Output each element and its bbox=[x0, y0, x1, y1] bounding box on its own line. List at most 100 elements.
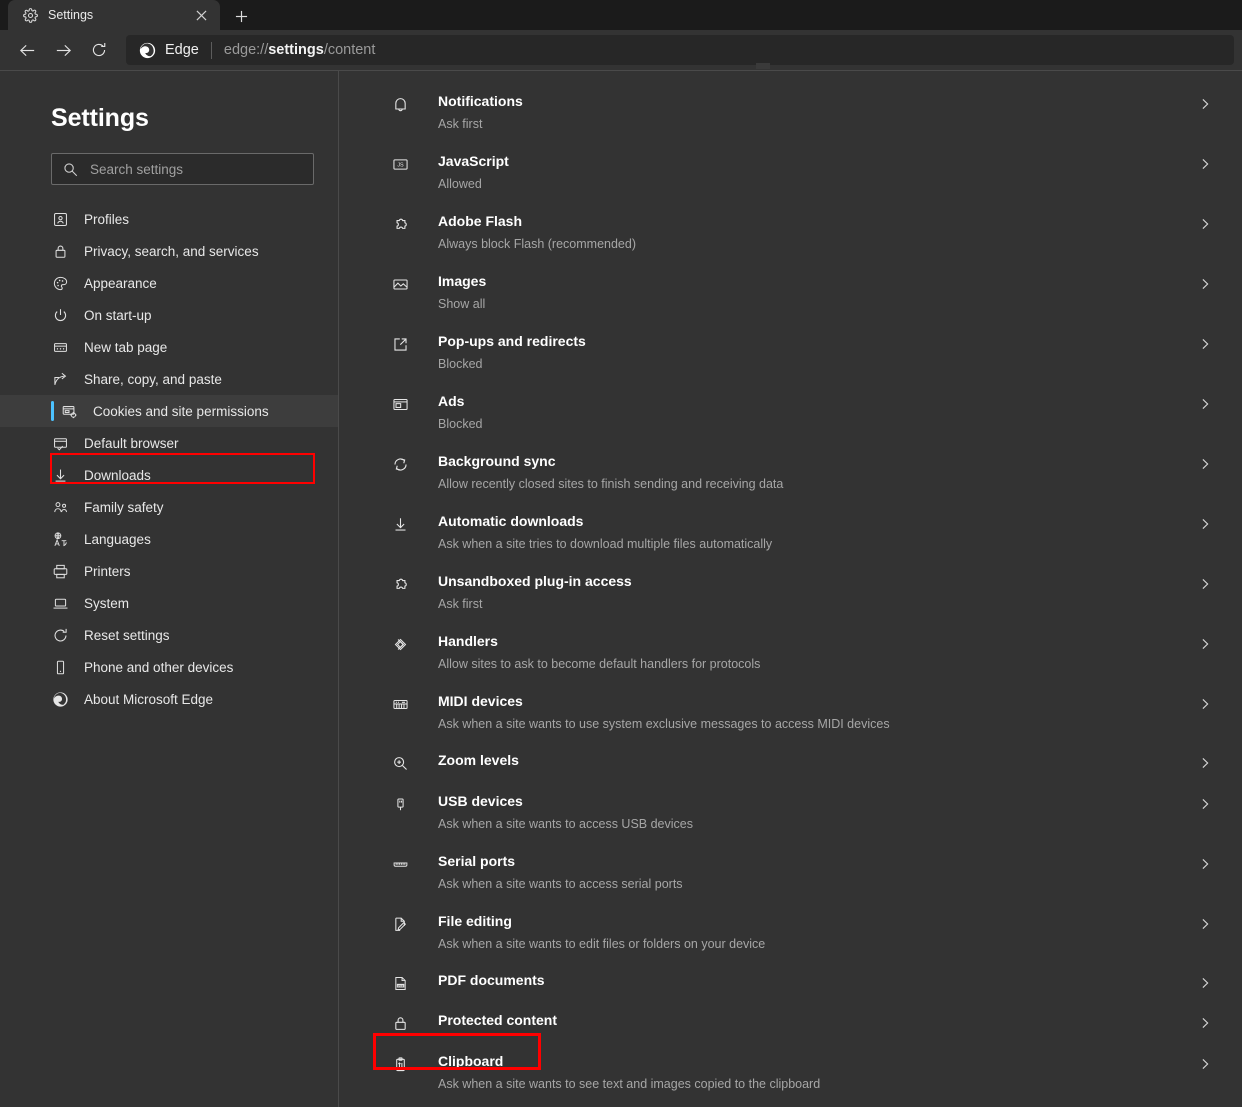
cookies-permissions-icon bbox=[60, 402, 79, 421]
sidebar-item-share-copy-and-paste[interactable]: Share, copy, and paste bbox=[0, 363, 338, 395]
setting-subtitle: Ask when a site wants to edit files or f… bbox=[438, 937, 766, 951]
sidebar-item-about-microsoft-edge[interactable]: About Microsoft Edge bbox=[0, 683, 338, 715]
page-title: Settings bbox=[51, 104, 149, 132]
setting-row-pdf-documents[interactable]: PDF PDF documents bbox=[339, 961, 1242, 1001]
gear-icon bbox=[22, 7, 38, 23]
svg-text:JS: JS bbox=[397, 162, 404, 168]
setting-row-zoom-levels[interactable]: Zoom levels bbox=[339, 741, 1242, 781]
chevron-right-icon[interactable] bbox=[1192, 211, 1218, 237]
new-tab-button[interactable] bbox=[224, 2, 258, 30]
bell-icon bbox=[389, 93, 411, 115]
chevron-right-icon[interactable] bbox=[1192, 791, 1218, 817]
sidebar-item-reset-settings[interactable]: Reset settings bbox=[0, 619, 338, 651]
setting-row-handlers[interactable]: Handlers Allow sites to ask to become de… bbox=[339, 621, 1242, 681]
address-bar[interactable]: Edge edge://settings/content bbox=[126, 35, 1234, 65]
chevron-right-icon[interactable] bbox=[1192, 391, 1218, 417]
setting-subtitle: Ask when a site tries to download multip… bbox=[438, 537, 773, 551]
sidebar-nav-list: Profiles Privacy, search, and services A… bbox=[0, 203, 338, 715]
setting-subtitle: Ask first bbox=[438, 597, 483, 611]
chevron-right-icon[interactable] bbox=[1192, 571, 1218, 597]
setting-title: JavaScript bbox=[438, 153, 509, 169]
setting-subtitle: Ask when a site wants to access serial p… bbox=[438, 877, 683, 891]
default-browser-icon bbox=[51, 434, 70, 453]
setting-row-midi-devices[interactable]: MIDI devices Ask when a site wants to us… bbox=[339, 681, 1242, 741]
setting-row-unsandboxed-plug-in-access[interactable]: Unsandboxed plug-in access Ask first bbox=[339, 561, 1242, 621]
chevron-right-icon[interactable] bbox=[1192, 631, 1218, 657]
header-divider bbox=[0, 70, 1242, 71]
forward-button[interactable] bbox=[46, 34, 80, 66]
setting-row-serial-ports[interactable]: Serial ports Ask when a site wants to ac… bbox=[339, 841, 1242, 901]
sidebar-item-on-start-up[interactable]: On start-up bbox=[0, 299, 338, 331]
chevron-right-icon[interactable] bbox=[1192, 911, 1218, 937]
setting-row-file-editing[interactable]: File editing Ask when a site wants to ed… bbox=[339, 901, 1242, 961]
sidebar-item-label: Printers bbox=[84, 563, 131, 579]
browser-tab-settings[interactable]: Settings bbox=[8, 0, 220, 30]
sidebar-item-default-browser[interactable]: Default browser bbox=[0, 427, 338, 459]
setting-row-adobe-flash[interactable]: Adobe Flash Always block Flash (recommen… bbox=[339, 201, 1242, 261]
sidebar-item-label: Languages bbox=[84, 531, 151, 547]
chevron-right-icon[interactable] bbox=[1192, 331, 1218, 357]
new-tab-page-icon bbox=[51, 338, 70, 357]
tab-strip: Settings bbox=[0, 0, 1242, 30]
setting-row-background-sync[interactable]: Background sync Allow recently closed si… bbox=[339, 441, 1242, 501]
share-icon bbox=[51, 370, 70, 389]
omnibox-divider bbox=[210, 41, 212, 59]
url-host: settings bbox=[268, 42, 324, 58]
pdf-icon: PDF bbox=[389, 972, 411, 994]
omnibox-url[interactable]: edge://settings/content bbox=[224, 42, 376, 58]
setting-row-clipboard[interactable]: Clipboard Ask when a site wants to see t… bbox=[339, 1041, 1242, 1101]
laptop-icon bbox=[51, 594, 70, 613]
chevron-right-icon[interactable] bbox=[1192, 451, 1218, 477]
close-icon[interactable] bbox=[190, 4, 212, 26]
setting-row-usb-devices[interactable]: USB devices Ask when a site wants to acc… bbox=[339, 781, 1242, 841]
setting-subtitle: Show all bbox=[438, 297, 486, 311]
printer-icon bbox=[51, 562, 70, 581]
svg-text:PDF: PDF bbox=[397, 983, 403, 987]
chevron-right-icon[interactable] bbox=[1192, 271, 1218, 297]
sidebar-item-new-tab-page[interactable]: New tab page bbox=[0, 331, 338, 363]
chevron-right-icon[interactable] bbox=[1192, 91, 1218, 117]
sidebar-item-downloads[interactable]: Downloads bbox=[0, 459, 338, 491]
sidebar-item-system[interactable]: System bbox=[0, 587, 338, 619]
back-button[interactable] bbox=[10, 34, 44, 66]
setting-row-protected-content[interactable]: Protected content bbox=[339, 1001, 1242, 1041]
image-icon bbox=[389, 273, 411, 295]
sidebar-item-label: Share, copy, and paste bbox=[84, 371, 222, 387]
setting-title: Ads bbox=[438, 393, 465, 409]
search-input[interactable]: Search settings bbox=[90, 162, 183, 177]
chevron-right-icon[interactable] bbox=[1192, 151, 1218, 177]
setting-row-pop-ups-and-redirects[interactable]: Pop-ups and redirects Blocked bbox=[339, 321, 1242, 381]
chevron-right-icon[interactable] bbox=[1192, 1051, 1218, 1077]
chevron-right-icon[interactable] bbox=[1192, 691, 1218, 717]
sidebar-item-languages[interactable]: Languages bbox=[0, 523, 338, 555]
search-settings-box[interactable]: Search settings bbox=[51, 153, 314, 185]
setting-title: Handlers bbox=[438, 633, 498, 649]
setting-row-javascript[interactable]: JS JavaScript Allowed bbox=[339, 141, 1242, 201]
chevron-right-icon[interactable] bbox=[1192, 970, 1218, 996]
sidebar-item-label: System bbox=[84, 595, 130, 611]
sidebar-item-appearance[interactable]: Appearance bbox=[0, 267, 338, 299]
handlers-icon bbox=[389, 633, 411, 655]
chevron-right-icon[interactable] bbox=[1192, 511, 1218, 537]
setting-row-automatic-downloads[interactable]: Automatic downloads Ask when a site trie… bbox=[339, 501, 1242, 561]
sidebar-item-family-safety[interactable]: Family safety bbox=[0, 491, 338, 523]
setting-row-notifications[interactable]: Notifications Ask first bbox=[339, 81, 1242, 141]
phone-icon bbox=[51, 658, 70, 677]
plus-icon bbox=[235, 10, 248, 23]
sidebar-item-phone-and-other-devices[interactable]: Phone and other devices bbox=[0, 651, 338, 683]
sidebar-item-profiles[interactable]: Profiles bbox=[0, 203, 338, 235]
setting-title: Background sync bbox=[438, 453, 556, 469]
setting-title: USB devices bbox=[438, 793, 523, 809]
reload-button[interactable] bbox=[82, 34, 116, 66]
sidebar-item-printers[interactable]: Printers bbox=[0, 555, 338, 587]
setting-title: Pop-ups and redirects bbox=[438, 333, 586, 349]
chevron-right-icon[interactable] bbox=[1192, 851, 1218, 877]
setting-row-images[interactable]: Images Show all bbox=[339, 261, 1242, 321]
power-icon bbox=[51, 306, 70, 325]
setting-title: Images bbox=[438, 273, 487, 289]
setting-row-ads[interactable]: Ads Blocked bbox=[339, 381, 1242, 441]
sidebar-item-privacy-search-and-services[interactable]: Privacy, search, and services bbox=[0, 235, 338, 267]
sidebar-item-cookies-and-site-permissions[interactable]: Cookies and site permissions bbox=[0, 395, 338, 427]
chevron-right-icon[interactable] bbox=[1192, 750, 1218, 776]
chevron-right-icon[interactable] bbox=[1192, 1010, 1218, 1036]
